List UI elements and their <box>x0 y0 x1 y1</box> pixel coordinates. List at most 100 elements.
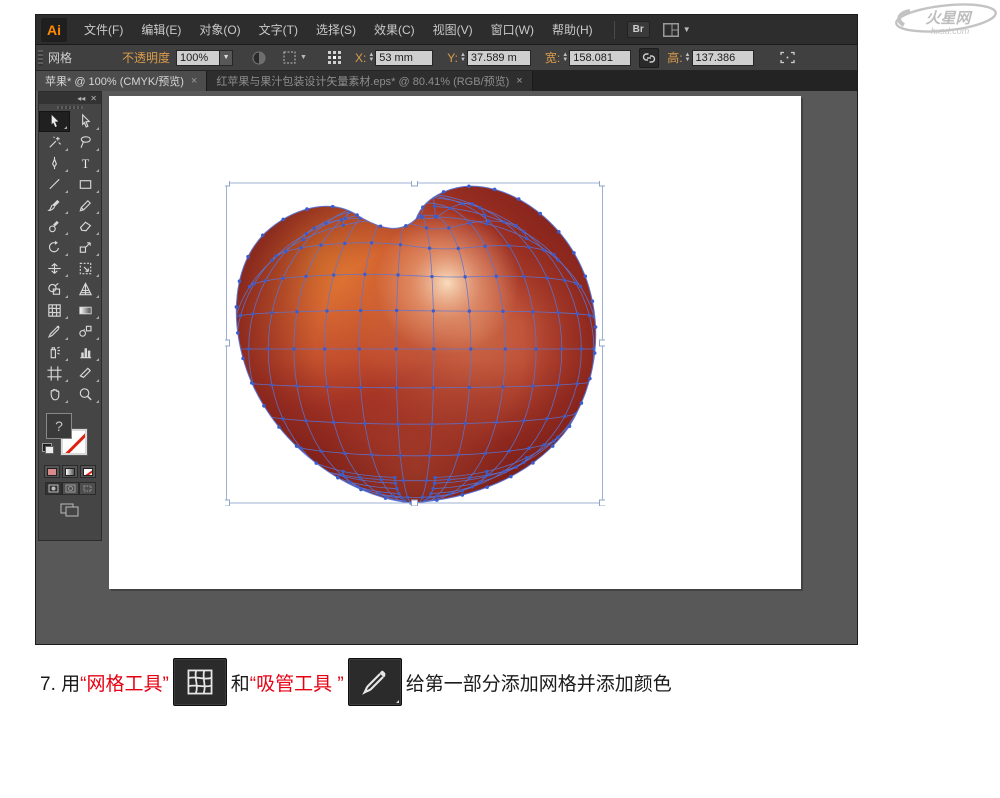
selection-handle[interactable] <box>599 499 606 506</box>
document-tab-1[interactable]: 苹果* @ 100% (CMYK/预览) × <box>36 71 208 91</box>
panel-collapse-icon[interactable]: ◂◂ <box>77 94 85 103</box>
tab-close-icon[interactable]: × <box>516 75 522 87</box>
workspace-switcher[interactable]: ▼ <box>662 22 691 38</box>
tool-column-graph[interactable] <box>70 342 101 363</box>
draw-behind-button[interactable] <box>61 482 79 495</box>
tool-type[interactable]: T <box>70 153 101 174</box>
tool-blend[interactable] <box>70 321 101 342</box>
x-coordinate-input[interactable]: 53 mm <box>375 49 434 66</box>
y-coordinate-input[interactable]: 37.589 m <box>466 49 531 66</box>
panel-grip[interactable] <box>38 49 43 66</box>
reference-point-icon[interactable] <box>325 48 345 68</box>
panel-drag-grip[interactable] <box>39 104 101 111</box>
screen-mode-button[interactable] <box>39 502 101 517</box>
fill-swatch[interactable]: ? <box>46 413 72 439</box>
tool-lasso[interactable] <box>70 132 101 153</box>
selection-handle[interactable] <box>411 499 418 506</box>
artboard-icon <box>47 366 62 381</box>
watermark-brand: 火星网 <box>925 10 973 27</box>
tutorial-caption: 7. 用 “网格工具” 和 “吸管工具 ” 给第一部分添加网格并添加颜色 <box>40 658 970 706</box>
link-icon[interactable] <box>639 47 660 68</box>
tool-selection[interactable] <box>39 111 70 132</box>
selection-handle[interactable] <box>599 181 606 187</box>
control-bar: 网格 不透明度 100% ▼ ▼ X: ▲ ▼ 53 mm Y: ▲ ▼ 37.58… <box>36 45 857 71</box>
caption-suffix-text: 给第一部分添加网格并添加颜色 <box>405 673 672 695</box>
constrain-icon[interactable] <box>778 48 798 68</box>
svg-text:T: T <box>82 157 90 171</box>
tab-close-icon[interactable]: × <box>191 75 197 87</box>
selection-handle[interactable] <box>411 181 418 187</box>
menu-item-4[interactable]: 文字(T) <box>250 17 307 42</box>
menu-bar: Ai 文件(F) 编辑(E) 对象(O) 文字(T) 选择(S) 效果(C) 视图(V) 窗口… <box>36 15 857 45</box>
tool-shape-builder[interactable] <box>39 279 70 300</box>
opacity-input[interactable]: 100% <box>176 49 221 66</box>
bridge-button[interactable]: Br <box>626 21 650 38</box>
tool-rotate[interactable] <box>39 237 70 258</box>
tool-line-segment[interactable] <box>39 174 70 195</box>
width-stepper[interactable]: ▲ ▼ <box>562 52 568 63</box>
tool-pen[interactable] <box>39 153 70 174</box>
opacity-ball-icon[interactable] <box>249 48 269 68</box>
menu-item-5[interactable]: 选择(S) <box>307 17 365 42</box>
menu-item-6[interactable]: 效果(C) <box>365 17 424 42</box>
current-tool-label: 网格 <box>48 51 73 65</box>
selection-handle[interactable] <box>599 339 606 347</box>
tool-symbol-sprayer[interactable] <box>39 342 70 363</box>
menu-item-1[interactable]: 文件(F) <box>75 17 132 42</box>
height-stepper[interactable]: ▲ ▼ <box>685 52 691 63</box>
tool-rectangle[interactable] <box>70 174 101 195</box>
width-input[interactable]: 158.081 <box>569 49 632 66</box>
gradient-button[interactable] <box>62 465 78 478</box>
document-tab-2[interactable]: 红苹果与果汁包装设计矢量素材.eps* @ 80.41% (RGB/预览) × <box>207 71 533 91</box>
blob-brush-icon <box>49 220 59 233</box>
scale-icon <box>79 242 91 253</box>
menu-item-8[interactable]: 窗口(W) <box>482 17 543 42</box>
line-segment-icon <box>49 178 60 190</box>
tool-artboard[interactable] <box>39 363 70 384</box>
opacity-dropdown-button[interactable]: ▼ <box>220 49 234 66</box>
menu-item-7[interactable]: 视图(V) <box>424 17 482 42</box>
caption-eyedropper-tool-name: “吸管工具 ” <box>249 673 344 695</box>
direct-selection-icon <box>82 113 91 128</box>
none-button[interactable] <box>80 465 96 478</box>
apple-mesh-artwork[interactable] <box>225 181 605 506</box>
tool-direct-selection[interactable] <box>70 111 101 132</box>
x-stepper[interactable]: ▲ ▼ <box>368 52 374 63</box>
y-stepper[interactable]: ▲ ▼ <box>460 52 466 63</box>
tool-gradient[interactable] <box>70 300 101 321</box>
caption-step-text: 7. 用 <box>40 673 81 695</box>
menu-item-9[interactable]: 帮助(H) <box>543 17 602 42</box>
default-fill-stroke-icon[interactable] <box>42 443 54 454</box>
panel-close-icon[interactable]: ✕ <box>90 94 97 103</box>
draw-normal-button[interactable] <box>44 482 62 495</box>
caption-mesh-tool-name: “网格工具” <box>80 673 169 695</box>
tool-eyedropper[interactable] <box>39 321 70 342</box>
tool-hand[interactable] <box>39 384 70 405</box>
tool-paintbrush[interactable] <box>39 195 70 216</box>
selection-handle[interactable] <box>225 499 230 506</box>
eraser-icon <box>79 221 92 232</box>
selection-handle[interactable] <box>225 181 230 187</box>
tool-scale[interactable] <box>70 237 101 258</box>
mesh-icon <box>48 304 61 317</box>
tool-eraser[interactable] <box>70 216 101 237</box>
tool-pencil[interactable] <box>70 195 101 216</box>
tool-blob-brush[interactable] <box>39 216 70 237</box>
draw-inside-button[interactable] <box>78 482 96 495</box>
tool-zoom[interactable] <box>70 384 101 405</box>
tool-free-transform[interactable] <box>70 258 101 279</box>
style-picker-icon[interactable] <box>279 48 299 68</box>
chevron-down-icon: ▼ <box>300 54 307 61</box>
tool-slice[interactable] <box>70 363 101 384</box>
magic-wand-icon <box>49 136 62 148</box>
tool-mesh[interactable] <box>39 300 70 321</box>
tool-width[interactable] <box>39 258 70 279</box>
opacity-label[interactable]: 不透明度 <box>122 49 170 66</box>
menu-item-2[interactable]: 编辑(E) <box>132 17 190 42</box>
color-button[interactable] <box>44 465 60 478</box>
tool-perspective-grid[interactable] <box>70 279 101 300</box>
menu-item-3[interactable]: 对象(O) <box>190 17 249 42</box>
height-input[interactable]: 137.386 <box>691 49 754 66</box>
selection-handle[interactable] <box>225 339 230 347</box>
tool-magic-wand[interactable] <box>39 132 70 153</box>
